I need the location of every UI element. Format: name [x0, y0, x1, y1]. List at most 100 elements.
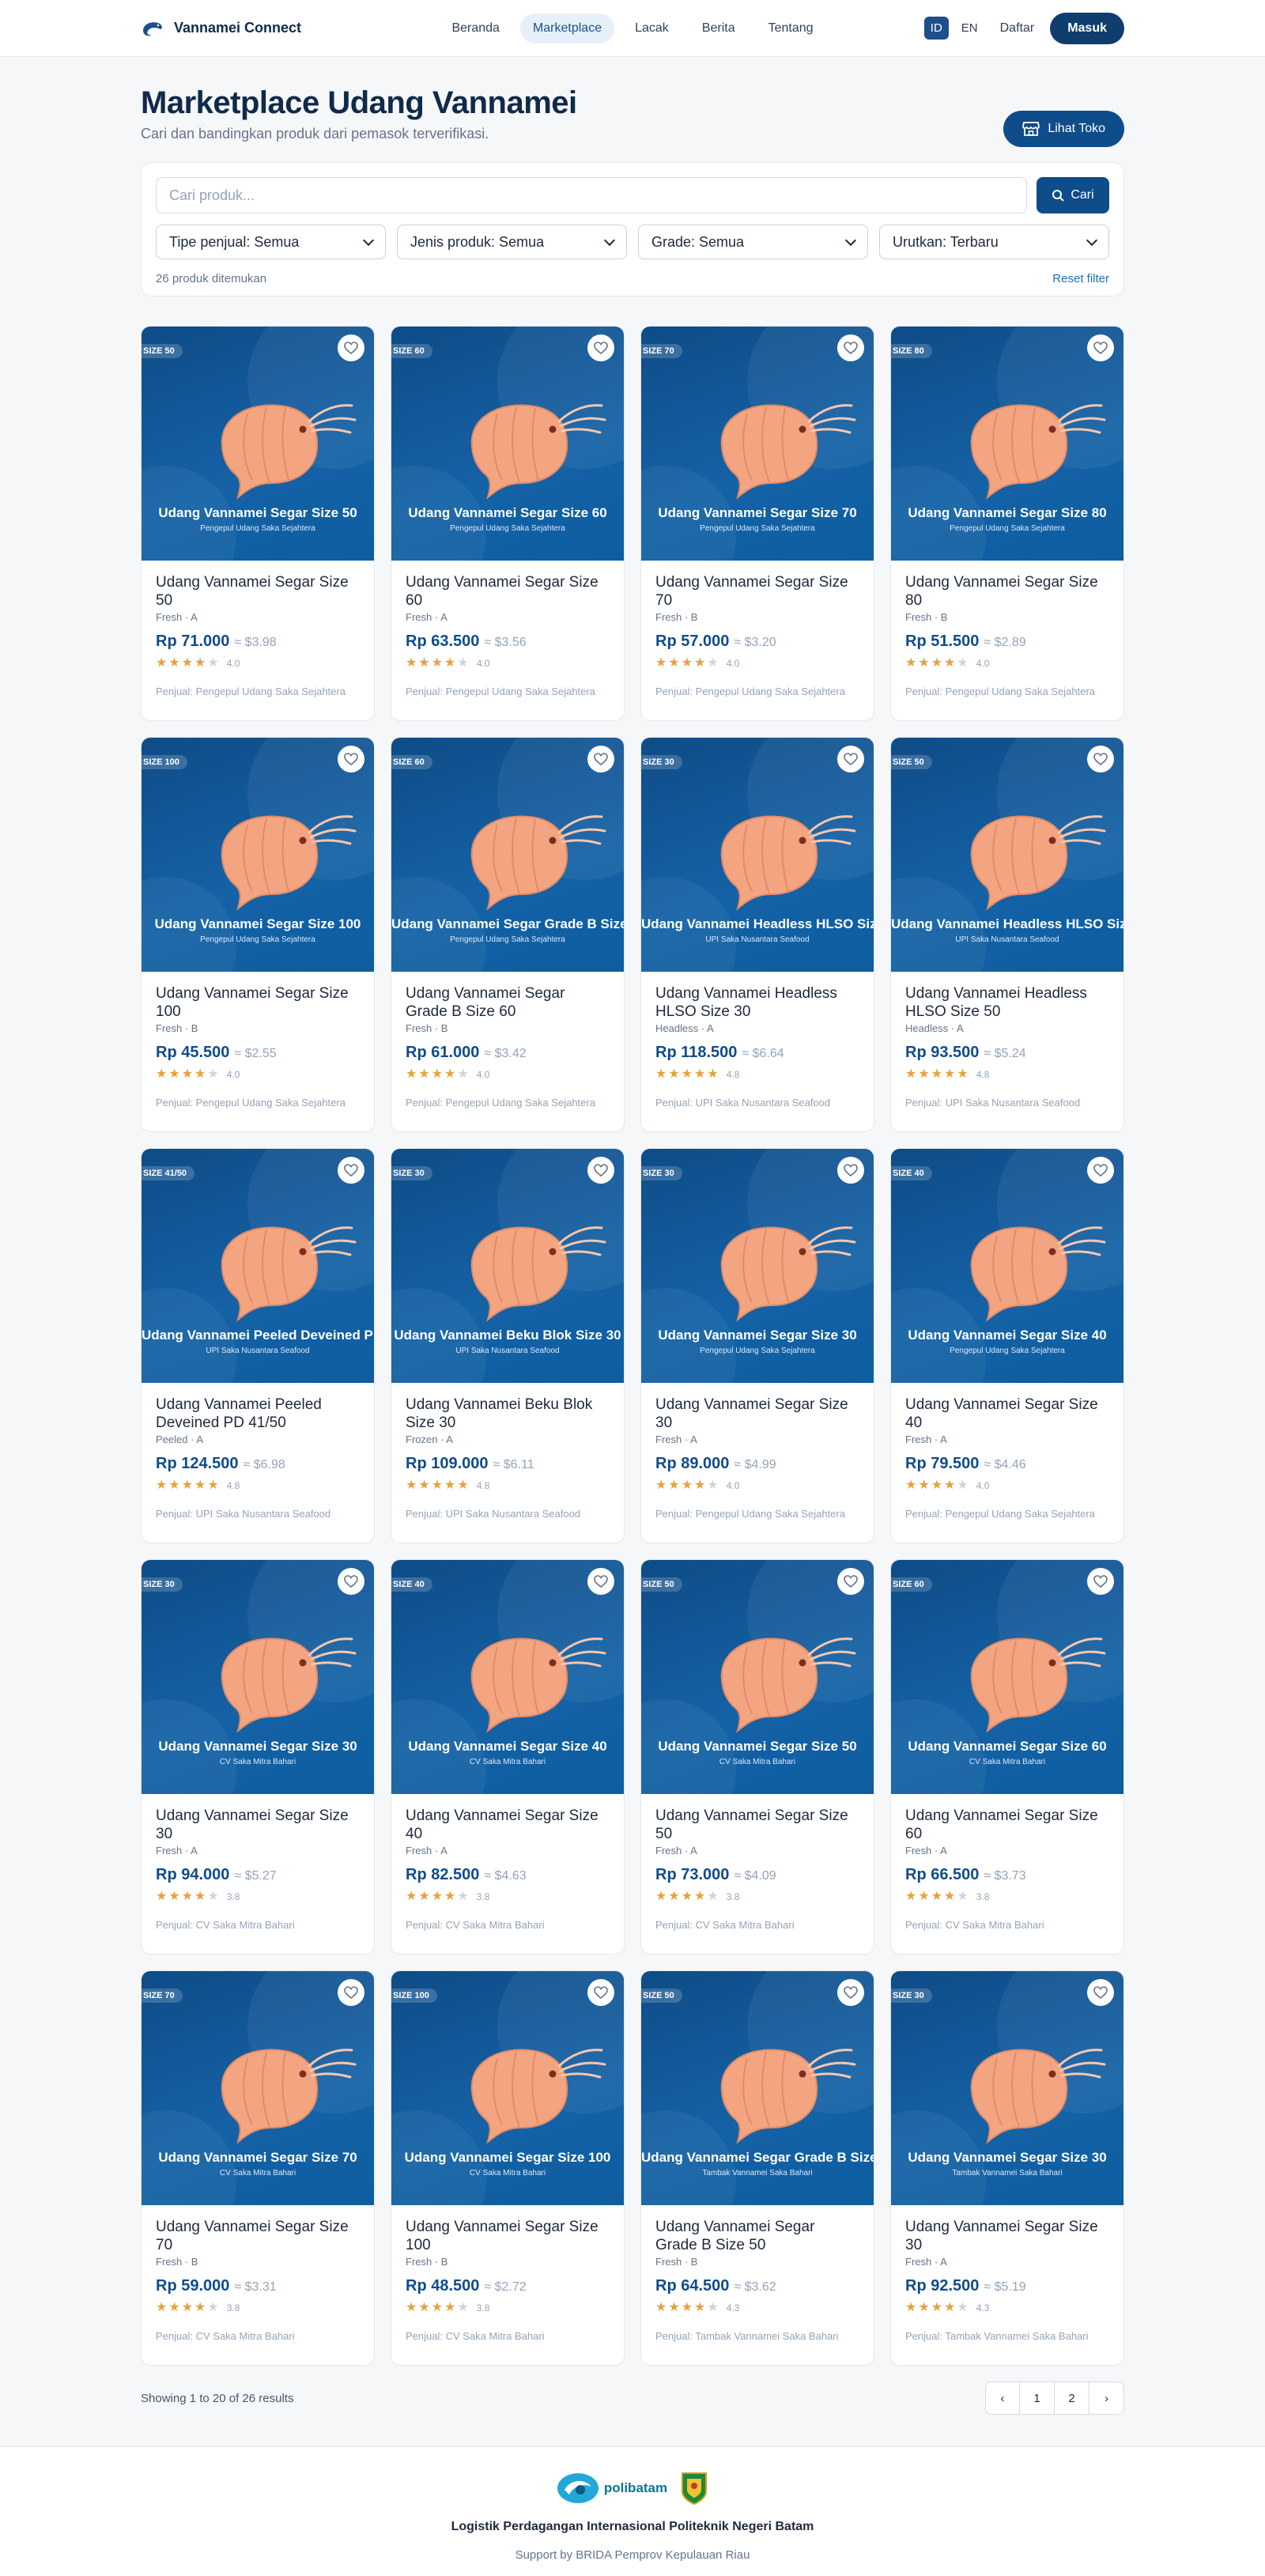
favorite-button[interactable] [1087, 746, 1114, 772]
register-link[interactable]: Daftar [991, 15, 1044, 42]
product-name[interactable]: Udang Vannamei Peeled Deveined PD 41/50 [156, 1396, 360, 1432]
product-card[interactable]: SIZE 30 Udang Vannamei Segar Size 30 Tam… [890, 1970, 1124, 2366]
product-image[interactable]: SIZE 80 Udang Vannamei Segar Size 80 Pen… [891, 327, 1123, 561]
product-card[interactable]: SIZE 50 Udang Vannamei Segar Grade B Siz… [640, 1970, 874, 2366]
favorite-button[interactable] [338, 334, 364, 361]
product-image[interactable]: SIZE 60 Udang Vannamei Segar Size 60 Pen… [391, 327, 624, 561]
search-button[interactable]: Cari [1037, 177, 1109, 213]
favorite-button[interactable] [837, 1157, 864, 1184]
product-image[interactable]: SIZE 40 Udang Vannamei Segar Size 40 Pen… [891, 1149, 1123, 1383]
favorite-button[interactable] [837, 1568, 864, 1595]
product-image[interactable]: SIZE 40 Udang Vannamei Segar Size 40 CV … [391, 1560, 624, 1794]
product-image[interactable]: SIZE 30 Udang Vannamei Beku Blok Size 30… [391, 1149, 624, 1383]
product-image[interactable]: SIZE 70 Udang Vannamei Segar Size 70 CV … [142, 1971, 374, 2205]
seller-type-select[interactable]: Tipe penjual: Semua [156, 225, 386, 259]
product-name[interactable]: Udang Vannamei Segar Size 80 [905, 573, 1109, 610]
product-image[interactable]: SIZE 60 Udang Vannamei Segar Size 60 CV … [891, 1560, 1123, 1794]
product-name[interactable]: Udang Vannamei Segar Size 40 [406, 1807, 610, 1843]
nav-link-lacak[interactable]: Lacak [622, 13, 682, 43]
product-name[interactable]: Udang Vannamei Beku Blok Size 30 [406, 1396, 610, 1432]
product-card[interactable]: SIZE 40 Udang Vannamei Segar Size 40 CV … [391, 1559, 625, 1955]
page-2-button[interactable]: 2 [1055, 2381, 1089, 2415]
product-image[interactable]: SIZE 50 Udang Vannamei Headless HLSO Siz… [891, 738, 1123, 972]
favorite-button[interactable] [1087, 334, 1114, 361]
product-image[interactable]: SIZE 30 Udang Vannamei Segar Size 30 Pen… [641, 1149, 874, 1383]
favorite-button[interactable] [338, 1568, 364, 1595]
favorite-button[interactable] [587, 334, 614, 361]
product-card[interactable]: SIZE 40 Udang Vannamei Segar Size 40 Pen… [890, 1148, 1124, 1543]
lang-en-toggle[interactable]: EN [955, 17, 984, 40]
product-card[interactable]: SIZE 50 Udang Vannamei Segar Size 50 CV … [640, 1559, 874, 1955]
product-image[interactable]: SIZE 60 Udang Vannamei Segar Grade B Siz… [391, 738, 624, 972]
search-input[interactable]: Cari produk... [156, 177, 1027, 213]
product-card[interactable]: SIZE 30 Udang Vannamei Segar Size 30 Pen… [640, 1148, 874, 1543]
product-card[interactable]: SIZE 70 Udang Vannamei Segar Size 70 Pen… [640, 326, 874, 721]
product-name[interactable]: Udang Vannamei Segar Size 60 [406, 573, 610, 610]
product-image[interactable]: SIZE 50 Udang Vannamei Segar Size 50 CV … [641, 1560, 874, 1794]
product-card[interactable]: SIZE 50 Udang Vannamei Segar Size 50 Pen… [141, 326, 375, 721]
prev-page-button[interactable]: ‹ [985, 2381, 1020, 2415]
nav-link-marketplace[interactable]: Marketplace [519, 13, 615, 43]
product-image[interactable]: SIZE 70 Udang Vannamei Segar Size 70 Pen… [641, 327, 874, 561]
page-1-button[interactable]: 1 [1020, 2381, 1055, 2415]
product-image[interactable]: SIZE 41/50 Udang Vannamei Peeled Deveine… [142, 1149, 374, 1383]
product-card[interactable]: SIZE 60 Udang Vannamei Segar Size 60 Pen… [391, 326, 625, 721]
product-card[interactable]: SIZE 30 Udang Vannamei Beku Blok Size 30… [391, 1148, 625, 1543]
product-image[interactable]: SIZE 50 Udang Vannamei Segar Grade B Siz… [641, 1971, 874, 2205]
product-name[interactable]: Udang Vannamei Segar Size 100 [406, 2218, 610, 2254]
product-type-select[interactable]: Jenis produk: Semua [397, 225, 627, 259]
product-card[interactable]: SIZE 50 Udang Vannamei Headless HLSO Siz… [890, 737, 1124, 1132]
favorite-button[interactable] [1087, 1568, 1114, 1595]
product-name[interactable]: Udang Vannamei Segar Size 50 [655, 1807, 859, 1843]
next-page-button[interactable]: › [1089, 2381, 1124, 2415]
product-card[interactable]: SIZE 41/50 Udang Vannamei Peeled Deveine… [141, 1148, 375, 1543]
product-name[interactable]: Udang Vannamei Segar Size 30 [156, 1807, 360, 1843]
product-name[interactable]: Udang Vannamei Segar Size 30 [655, 1396, 859, 1432]
favorite-button[interactable] [338, 1979, 364, 2006]
product-image[interactable]: SIZE 50 Udang Vannamei Segar Size 50 Pen… [142, 327, 374, 561]
nav-link-beranda[interactable]: Beranda [439, 13, 512, 43]
product-card[interactable]: SIZE 60 Udang Vannamei Segar Grade B Siz… [391, 737, 625, 1132]
login-button[interactable]: Masuk [1050, 12, 1124, 44]
favorite-button[interactable] [587, 1157, 614, 1184]
product-card[interactable]: SIZE 70 Udang Vannamei Segar Size 70 CV … [141, 1970, 375, 2366]
lang-id-toggle[interactable]: ID [923, 17, 949, 40]
product-name[interactable]: Udang Vannamei Headless HLSO Size 30 [655, 984, 859, 1021]
product-image[interactable]: SIZE 100 Udang Vannamei Segar Size 100 P… [142, 738, 374, 972]
product-name[interactable]: Udang Vannamei Segar Grade B Size 50 [655, 2218, 859, 2254]
product-name[interactable]: Udang Vannamei Segar Size 40 [905, 1396, 1109, 1432]
product-card[interactable]: SIZE 30 Udang Vannamei Segar Size 30 CV … [141, 1559, 375, 1955]
nav-link-berita[interactable]: Berita [689, 13, 748, 43]
favorite-button[interactable] [587, 1979, 614, 2006]
product-name[interactable]: Udang Vannamei Segar Size 30 [905, 2218, 1109, 2254]
product-image[interactable]: SIZE 30 Udang Vannamei Headless HLSO Siz… [641, 738, 874, 972]
reset-filter-link[interactable]: Reset filter [1052, 272, 1109, 285]
brand[interactable]: Vannamei Connect [141, 19, 425, 38]
product-image[interactable]: SIZE 30 Udang Vannamei Segar Size 30 Tam… [891, 1971, 1123, 2205]
favorite-button[interactable] [338, 1157, 364, 1184]
favorite-button[interactable] [338, 746, 364, 772]
product-card[interactable]: SIZE 60 Udang Vannamei Segar Size 60 CV … [890, 1559, 1124, 1955]
favorite-button[interactable] [587, 746, 614, 772]
grade-select[interactable]: Grade: Semua [638, 225, 868, 259]
favorite-button[interactable] [1087, 1979, 1114, 2006]
product-name[interactable]: Udang Vannamei Segar Size 100 [156, 984, 360, 1021]
product-card[interactable]: SIZE 100 Udang Vannamei Segar Size 100 P… [141, 737, 375, 1132]
product-card[interactable]: SIZE 100 Udang Vannamei Segar Size 100 C… [391, 1970, 625, 2366]
view-store-button[interactable]: Lihat Toko [1003, 111, 1124, 147]
product-image[interactable]: SIZE 30 Udang Vannamei Segar Size 30 CV … [142, 1560, 374, 1794]
product-name[interactable]: Udang Vannamei Segar Size 60 [905, 1807, 1109, 1843]
product-name[interactable]: Udang Vannamei Headless HLSO Size 50 [905, 984, 1109, 1021]
favorite-button[interactable] [837, 334, 864, 361]
favorite-button[interactable] [837, 1979, 864, 2006]
favorite-button[interactable] [837, 746, 864, 772]
product-name[interactable]: Udang Vannamei Segar Size 70 [655, 573, 859, 610]
product-name[interactable]: Udang Vannamei Segar Size 70 [156, 2218, 360, 2254]
sort-select[interactable]: Urutkan: Terbaru [879, 225, 1109, 259]
nav-link-tentang[interactable]: Tentang [756, 13, 826, 43]
favorite-button[interactable] [1087, 1157, 1114, 1184]
product-card[interactable]: SIZE 80 Udang Vannamei Segar Size 80 Pen… [890, 326, 1124, 721]
product-name[interactable]: Udang Vannamei Segar Size 50 [156, 573, 360, 610]
product-name[interactable]: Udang Vannamei Segar Grade B Size 60 [406, 984, 610, 1021]
product-card[interactable]: SIZE 30 Udang Vannamei Headless HLSO Siz… [640, 737, 874, 1132]
